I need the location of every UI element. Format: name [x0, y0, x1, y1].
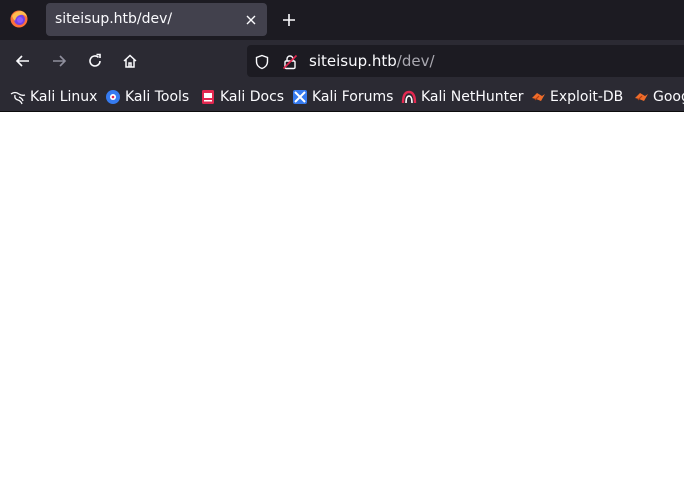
bookmark-kali-docs[interactable]: Kali Docs	[200, 87, 284, 107]
bookmark-kali-nethunter[interactable]: Kali NetHunter	[401, 87, 523, 107]
tracking-protection-shield-icon[interactable]	[253, 53, 271, 71]
url-path: /dev/	[396, 52, 435, 70]
ghdb-icon	[635, 93, 648, 101]
reload-icon[interactable]	[84, 50, 106, 72]
new-tab-plus-icon[interactable]	[278, 9, 300, 31]
bookmark-label: Google Hacking DB	[653, 89, 684, 105]
kali-nethunter-icon	[401, 90, 417, 104]
bookmark-label: Kali Linux	[30, 89, 98, 105]
forward-arrow-icon[interactable]	[48, 50, 70, 72]
bookmark-label: Exploit-DB	[550, 89, 624, 105]
tab-close-icon[interactable]	[241, 10, 261, 30]
bookmark-label: Kali Docs	[220, 89, 285, 105]
url-host: siteisup.htb	[309, 52, 397, 70]
kali-dragon-icon	[10, 91, 26, 105]
home-icon[interactable]	[119, 50, 141, 72]
bookmark-label: Kali Forums	[312, 89, 394, 105]
kali-tools-icon	[106, 90, 120, 104]
kali-docs-icon	[202, 90, 214, 104]
url-text[interactable]: siteisup.htb/dev/	[309, 52, 435, 70]
bookmarks-toolbar: Kali Linux Kali Tools Kali Docs Kali For…	[0, 82, 684, 112]
kali-forums-icon	[293, 90, 307, 104]
active-tab[interactable]: siteisup.htb/dev/	[46, 3, 267, 36]
url-bar[interactable]: siteisup.htb/dev/	[247, 45, 684, 77]
bookmark-exploit-db[interactable]: Exploit-DB	[530, 87, 623, 107]
exploit-db-icon	[532, 93, 545, 101]
bookmark-label: Kali NetHunter	[421, 89, 524, 105]
bookmark-google-hacking-db[interactable]: Google Hacking DB	[633, 87, 684, 107]
page-content	[0, 112, 684, 500]
back-arrow-icon[interactable]	[12, 50, 34, 72]
tab-title: siteisup.htb/dev/	[55, 11, 173, 27]
insecure-lock-icon[interactable]	[281, 53, 299, 71]
tab-strip: siteisup.htb/dev/	[0, 0, 684, 40]
firefox-logo-icon[interactable]	[9, 9, 29, 29]
bookmark-kali-tools[interactable]: Kali Tools	[105, 87, 189, 107]
bookmark-kali-linux[interactable]: Kali Linux	[10, 87, 97, 107]
bookmark-label: Kali Tools	[125, 89, 190, 105]
navigation-toolbar: siteisup.htb/dev/	[0, 40, 684, 82]
bookmark-kali-forums[interactable]: Kali Forums	[292, 87, 393, 107]
